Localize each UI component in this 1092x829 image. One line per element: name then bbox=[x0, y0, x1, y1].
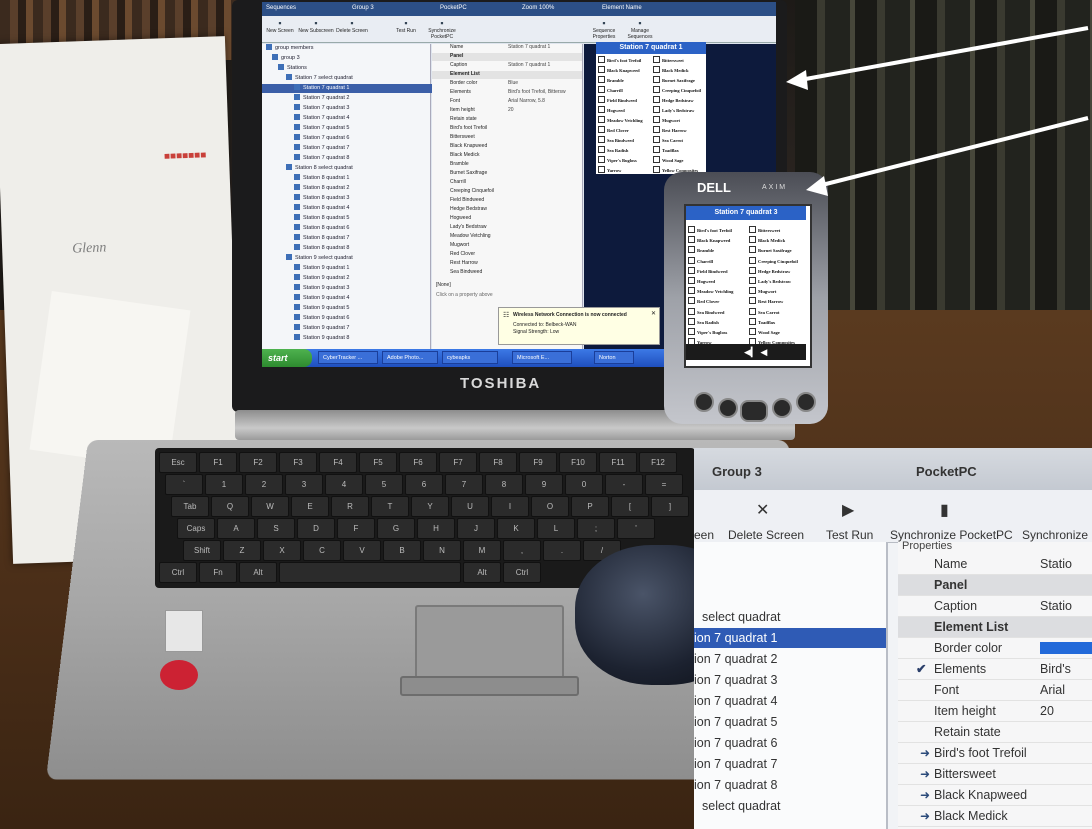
arrow-to-pda bbox=[806, 116, 1089, 196]
annotation-arrows bbox=[786, 26, 1089, 196]
arrow-to-laptop-screen bbox=[786, 26, 1089, 90]
